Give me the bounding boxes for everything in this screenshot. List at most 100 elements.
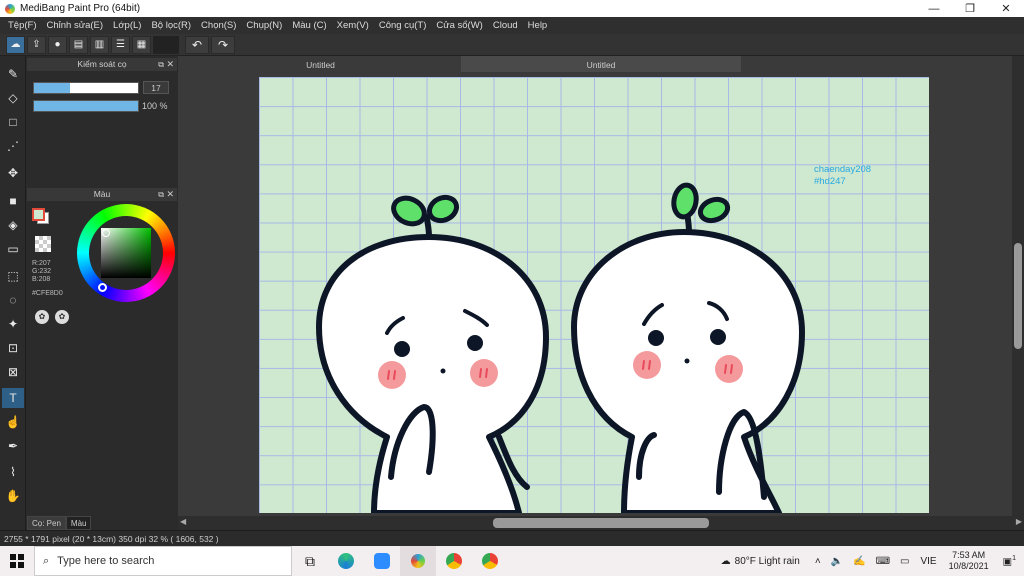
undock-icon[interactable]: ⧉ bbox=[158, 58, 164, 71]
blush-mark bbox=[642, 360, 645, 370]
left-panel-tabs: Cọ: Pen Màu bbox=[27, 516, 92, 530]
language-indicator[interactable]: VIE bbox=[914, 556, 942, 567]
menu-color[interactable]: Màu (C) bbox=[287, 20, 331, 31]
menu-select[interactable]: Chọn(S) bbox=[196, 20, 241, 31]
undock-icon[interactable]: ⧉ bbox=[158, 188, 164, 201]
menu-cloud[interactable]: Cloud bbox=[488, 20, 523, 31]
windows-start-icon[interactable] bbox=[0, 546, 34, 576]
redo-icon[interactable]: ↷ bbox=[211, 35, 235, 54]
keyboard-icon[interactable]: ⌨ bbox=[871, 556, 895, 567]
minimize-button[interactable]: — bbox=[916, 0, 952, 17]
brush-tool-icon[interactable]: ✎ bbox=[2, 64, 24, 84]
lasso-tool-icon[interactable]: ◌ bbox=[2, 290, 24, 310]
brush-size-value[interactable]: 17 bbox=[143, 81, 169, 94]
brush-control-panel: Kiểm soát cọ ⧉ ✕ 17 100 % bbox=[27, 58, 177, 184]
menu-edit[interactable]: Chỉnh sửa(E) bbox=[42, 20, 109, 31]
blush-mark bbox=[730, 364, 733, 374]
drawing-canvas[interactable]: chaenday208 #hd247 bbox=[259, 77, 929, 513]
notification-icon[interactable]: ▣1 bbox=[995, 555, 1024, 567]
left-eye-2 bbox=[467, 335, 483, 351]
pen-icon[interactable]: ✍ bbox=[848, 556, 870, 567]
right-blush-2 bbox=[715, 355, 743, 383]
hue-picker-cursor[interactable] bbox=[98, 283, 107, 292]
panel-close-icon[interactable]: ✕ bbox=[166, 188, 174, 201]
select-tool-icon[interactable]: ⬚ bbox=[2, 266, 24, 286]
move-tool-icon[interactable]: ✥ bbox=[2, 163, 24, 183]
maximize-button[interactable]: ❐ bbox=[952, 0, 988, 17]
pen-tool-icon[interactable]: ✒ bbox=[2, 436, 24, 456]
menu-layer[interactable]: Lớp(L) bbox=[108, 20, 146, 31]
status-size: 2755 * 1791 pixel bbox=[4, 533, 70, 544]
status-cm: (20 * 13cm) bbox=[72, 533, 117, 544]
hex-value: #CFE8D0 bbox=[32, 290, 63, 297]
vertical-scrollbar[interactable] bbox=[1012, 56, 1024, 516]
brush-size-slider[interactable] bbox=[33, 82, 139, 94]
select-pen-tool-icon[interactable]: ⊡ bbox=[2, 338, 24, 358]
color-picker-cursor[interactable] bbox=[102, 229, 110, 237]
tab-brush[interactable]: Cọ: Pen bbox=[27, 516, 66, 530]
vertical-scroll-thumb[interactable] bbox=[1014, 243, 1022, 349]
grid-icon[interactable]: ▦ bbox=[132, 35, 151, 54]
palette-icon[interactable]: ✿ bbox=[35, 310, 49, 324]
blush-mark bbox=[479, 368, 482, 378]
green-value: G:232 bbox=[32, 268, 52, 275]
scroll-right-icon[interactable]: ▶ bbox=[1016, 517, 1022, 526]
brush-panel-header: Kiểm soát cọ ⧉ ✕ bbox=[27, 58, 177, 71]
doc-tab-1[interactable]: Untitled bbox=[253, 56, 388, 72]
opacity-slider[interactable] bbox=[33, 100, 139, 112]
palette-add-icon[interactable]: ✿ bbox=[55, 310, 69, 324]
foreground-color-swatch[interactable] bbox=[32, 208, 45, 221]
chrome-app-icon-2[interactable] bbox=[472, 546, 508, 576]
transparent-color-swatch[interactable] bbox=[35, 236, 51, 252]
menu-file[interactable]: Tệp(F) bbox=[3, 20, 42, 31]
dot-brush-tool-icon[interactable]: ⋰ bbox=[2, 136, 24, 156]
color-wheel[interactable] bbox=[77, 204, 175, 302]
horizontal-scroll-thumb[interactable] bbox=[493, 518, 709, 528]
notification-count: 1 bbox=[1012, 554, 1016, 562]
operation-tool-icon[interactable]: ☝ bbox=[2, 412, 24, 432]
display-icon[interactable]: ▭ bbox=[895, 556, 914, 567]
menu-filter[interactable]: Bộ lọc(R) bbox=[146, 20, 196, 31]
text-tool-icon[interactable]: T bbox=[2, 388, 24, 408]
chrome-app-icon[interactable] bbox=[436, 546, 472, 576]
weather-text[interactable]: 80°F Light rain bbox=[735, 556, 810, 567]
undo-icon[interactable]: ↶ bbox=[185, 35, 209, 54]
taskbar-search-box[interactable]: ⌕ Type here to search bbox=[34, 546, 292, 576]
menu-tools[interactable]: Công cụ(T) bbox=[374, 20, 432, 31]
rectangle-tool-icon[interactable]: □ bbox=[2, 112, 24, 132]
edge-app-icon[interactable] bbox=[328, 546, 364, 576]
zoom-app-icon[interactable] bbox=[364, 546, 400, 576]
gradient-tool-icon[interactable]: ▭ bbox=[2, 239, 24, 259]
clock-date: 10/8/2021 bbox=[948, 561, 989, 571]
right-blush-1 bbox=[633, 351, 661, 379]
chevron-up-icon[interactable]: ˄ bbox=[810, 556, 826, 567]
select-eraser-tool-icon[interactable]: ⊠ bbox=[2, 362, 24, 382]
horizontal-scrollbar[interactable]: ◀ ▶ bbox=[178, 516, 1024, 530]
tab-color[interactable]: Màu bbox=[65, 516, 92, 530]
scroll-left-icon[interactable]: ◀ bbox=[180, 517, 186, 526]
page-icon[interactable]: ▥ bbox=[90, 35, 109, 54]
share-icon[interactable]: ⇪ bbox=[27, 35, 46, 54]
eraser-tool-icon[interactable]: ◇ bbox=[2, 88, 24, 108]
menu-view[interactable]: Xem(V) bbox=[332, 20, 374, 31]
clock[interactable]: 7:53 AM 10/8/2021 bbox=[943, 550, 995, 572]
medibang-app-icon[interactable] bbox=[400, 546, 436, 576]
magic-wand-tool-icon[interactable]: ✦ bbox=[2, 314, 24, 334]
hand-tool-icon[interactable]: ✋ bbox=[2, 486, 24, 506]
menu-help[interactable]: Help bbox=[523, 20, 553, 31]
fill-rect-tool-icon[interactable]: ■ bbox=[2, 191, 24, 211]
task-view-icon[interactable]: ⧉ bbox=[292, 546, 328, 576]
weather-icon[interactable]: ☁ bbox=[717, 556, 735, 567]
message-icon[interactable]: ▤ bbox=[69, 35, 88, 54]
bucket-tool-icon[interactable]: ◈ bbox=[2, 215, 24, 235]
cloud-icon[interactable]: ☁ bbox=[6, 35, 25, 54]
panel-close-icon[interactable]: ✕ bbox=[166, 58, 174, 71]
speaker-icon[interactable]: 🔈 bbox=[826, 556, 848, 567]
menu-window[interactable]: Cửa sổ(W) bbox=[431, 20, 487, 31]
eyedropper-tool-icon[interactable]: ⌇ bbox=[2, 462, 24, 482]
list-icon[interactable]: ☰ bbox=[111, 35, 130, 54]
doc-tab-2[interactable]: Untitled bbox=[461, 56, 741, 72]
close-button[interactable]: ✕ bbox=[988, 0, 1024, 17]
comment-icon[interactable]: ● bbox=[48, 35, 67, 54]
menu-snap[interactable]: Chụp(N) bbox=[241, 20, 287, 31]
